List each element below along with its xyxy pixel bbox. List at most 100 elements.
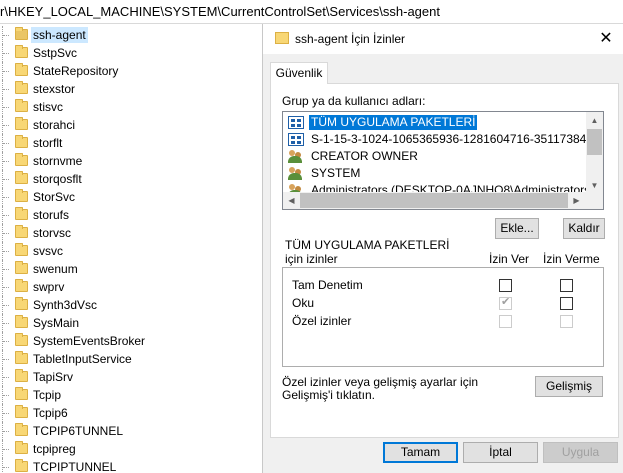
vertical-scroll-thumb[interactable] [587, 129, 602, 155]
group-label: Grup ya da kullanıcı adları: [282, 94, 426, 108]
tree-connector [2, 260, 9, 278]
dialog-titlebar: ssh-agent İçin İzinler ✕ [263, 24, 623, 54]
principal-item[interactable]: SYSTEM [285, 165, 588, 182]
tree-item[interactable]: svsvc [0, 242, 262, 260]
principal-label: SYSTEM [311, 166, 361, 180]
tree-item-label: swenum [33, 262, 78, 276]
tree-item[interactable]: ssh-agent [0, 26, 262, 44]
allow-checkbox[interactable] [499, 279, 512, 292]
tree-item[interactable]: SysMain [0, 314, 262, 332]
tree-connector [2, 134, 9, 152]
remove-button[interactable]: Kaldır [563, 218, 605, 239]
tree-item-label: StateRepository [33, 64, 119, 78]
tree-item[interactable]: storqosflt [0, 170, 262, 188]
tree-connector [2, 296, 9, 314]
folder-icon [15, 333, 28, 346]
tab-security[interactable]: Güvenlik [270, 62, 328, 84]
tree-connector [2, 44, 9, 62]
folder-icon [15, 297, 28, 310]
tree-item-label: storflt [33, 136, 63, 150]
allow-checkbox[interactable] [499, 315, 512, 328]
tree-item[interactable]: storufs [0, 206, 262, 224]
package-icon [288, 116, 304, 129]
permissions-for-label: için izinler [285, 252, 338, 266]
tree-item[interactable]: StorSvc [0, 188, 262, 206]
folder-icon [15, 459, 28, 472]
tree-item-label: stornvme [33, 154, 83, 168]
add-button[interactable]: Ekle... [495, 218, 539, 239]
tree-item-label: swprv [33, 280, 65, 294]
principal-item[interactable]: CREATOR OWNER [285, 148, 588, 165]
tree-item[interactable]: storflt [0, 134, 262, 152]
folder-icon [15, 189, 28, 202]
tree-connector [2, 368, 9, 386]
tree-connector [2, 278, 9, 296]
allow-column-header: İzin Ver [489, 252, 530, 266]
dialog-title: ssh-agent İçin İzinler [295, 32, 406, 46]
address-bar[interactable]: r\HKEY_LOCAL_MACHINE\SYSTEM\CurrentContr… [0, 0, 623, 24]
allow-checkbox[interactable]: ✔ [499, 296, 512, 310]
scroll-left-icon[interactable]: ◀ [283, 192, 300, 209]
tree-item[interactable]: Tcpip6 [0, 404, 262, 422]
horizontal-scrollbar[interactable]: ◀ ▶ [283, 192, 603, 209]
scroll-up-icon[interactable]: ▲ [586, 112, 603, 129]
principal-label: S-1-15-3-1024-1065365936-1281604716-3511… [311, 132, 588, 146]
apply-button[interactable]: Uygula [543, 442, 618, 463]
tree-item-label: Tcpip6 [33, 406, 68, 420]
principal-label: TÜM UYGULAMA PAKETLERİ [307, 114, 479, 131]
tree-item[interactable]: swprv [0, 278, 262, 296]
tree-item[interactable]: swenum [0, 260, 262, 278]
tree-item[interactable]: TabletInputService [0, 350, 262, 368]
tree-connector [2, 404, 9, 422]
users-icon [288, 167, 304, 180]
tree-item-label: storvsc [33, 226, 72, 240]
tree-connector [2, 26, 9, 44]
close-button[interactable]: ✕ [588, 24, 623, 54]
advanced-button[interactable]: Gelişmiş [535, 376, 603, 397]
scroll-right-icon[interactable]: ▶ [568, 192, 585, 209]
cancel-button[interactable]: İptal [463, 442, 538, 463]
tree-item[interactable]: storvsc [0, 224, 262, 242]
tree-item-label: svsvc [33, 244, 63, 258]
principals-listbox[interactable]: Administrators (DESKTOP-0AJNHQ8\Administ… [282, 111, 604, 210]
tree-item[interactable]: TCPIP6TUNNEL [0, 422, 262, 440]
tree-item-label: stisvc [33, 100, 63, 114]
address-path: r\HKEY_LOCAL_MACHINE\SYSTEM\CurrentContr… [0, 4, 440, 19]
tree-item[interactable]: SstpSvc [0, 44, 262, 62]
tree-connector [2, 242, 9, 260]
deny-checkbox[interactable] [560, 297, 573, 310]
tree-item[interactable]: tcpipreg [0, 440, 262, 458]
tree-item[interactable]: TCPIPTUNNEL [0, 458, 262, 473]
permission-label: Tam Denetim [292, 278, 363, 292]
folder-icon [15, 171, 28, 184]
principal-item[interactable]: TÜM UYGULAMA PAKETLERİ [285, 114, 588, 131]
tree-item[interactable]: StateRepository [0, 62, 262, 80]
ok-button[interactable]: Tamam [383, 442, 458, 463]
deny-column-header: İzin Verme [543, 252, 600, 266]
tree-connector [2, 314, 9, 332]
tree-item-label: tcpipreg [33, 442, 76, 456]
tree-item[interactable]: TapiSrv [0, 368, 262, 386]
tree-connector [2, 458, 9, 473]
principal-item[interactable]: S-1-15-3-1024-1065365936-1281604716-3511… [285, 131, 588, 148]
tree-connector [2, 188, 9, 206]
folder-icon [15, 27, 28, 40]
folder-icon [15, 243, 28, 256]
tree-connector [2, 116, 9, 134]
deny-checkbox[interactable] [560, 279, 573, 292]
tree-item[interactable]: Tcpip [0, 386, 262, 404]
tree-item[interactable]: stornvme [0, 152, 262, 170]
deny-checkbox[interactable] [560, 315, 573, 328]
vertical-scrollbar[interactable]: ▲ ▼ [586, 112, 603, 194]
principal-label: CREATOR OWNER [311, 149, 418, 163]
tree-item[interactable]: storahci [0, 116, 262, 134]
folder-icon [15, 225, 28, 238]
tree-item[interactable]: Synth3dVsc [0, 296, 262, 314]
tree-item[interactable]: SystemEventsBroker [0, 332, 262, 350]
tree-connector [2, 80, 9, 98]
tree-connector [2, 206, 9, 224]
folder-icon [15, 261, 28, 274]
horizontal-scroll-thumb[interactable] [300, 193, 568, 208]
tree-item[interactable]: stisvc [0, 98, 262, 116]
tree-item[interactable]: stexstor [0, 80, 262, 98]
